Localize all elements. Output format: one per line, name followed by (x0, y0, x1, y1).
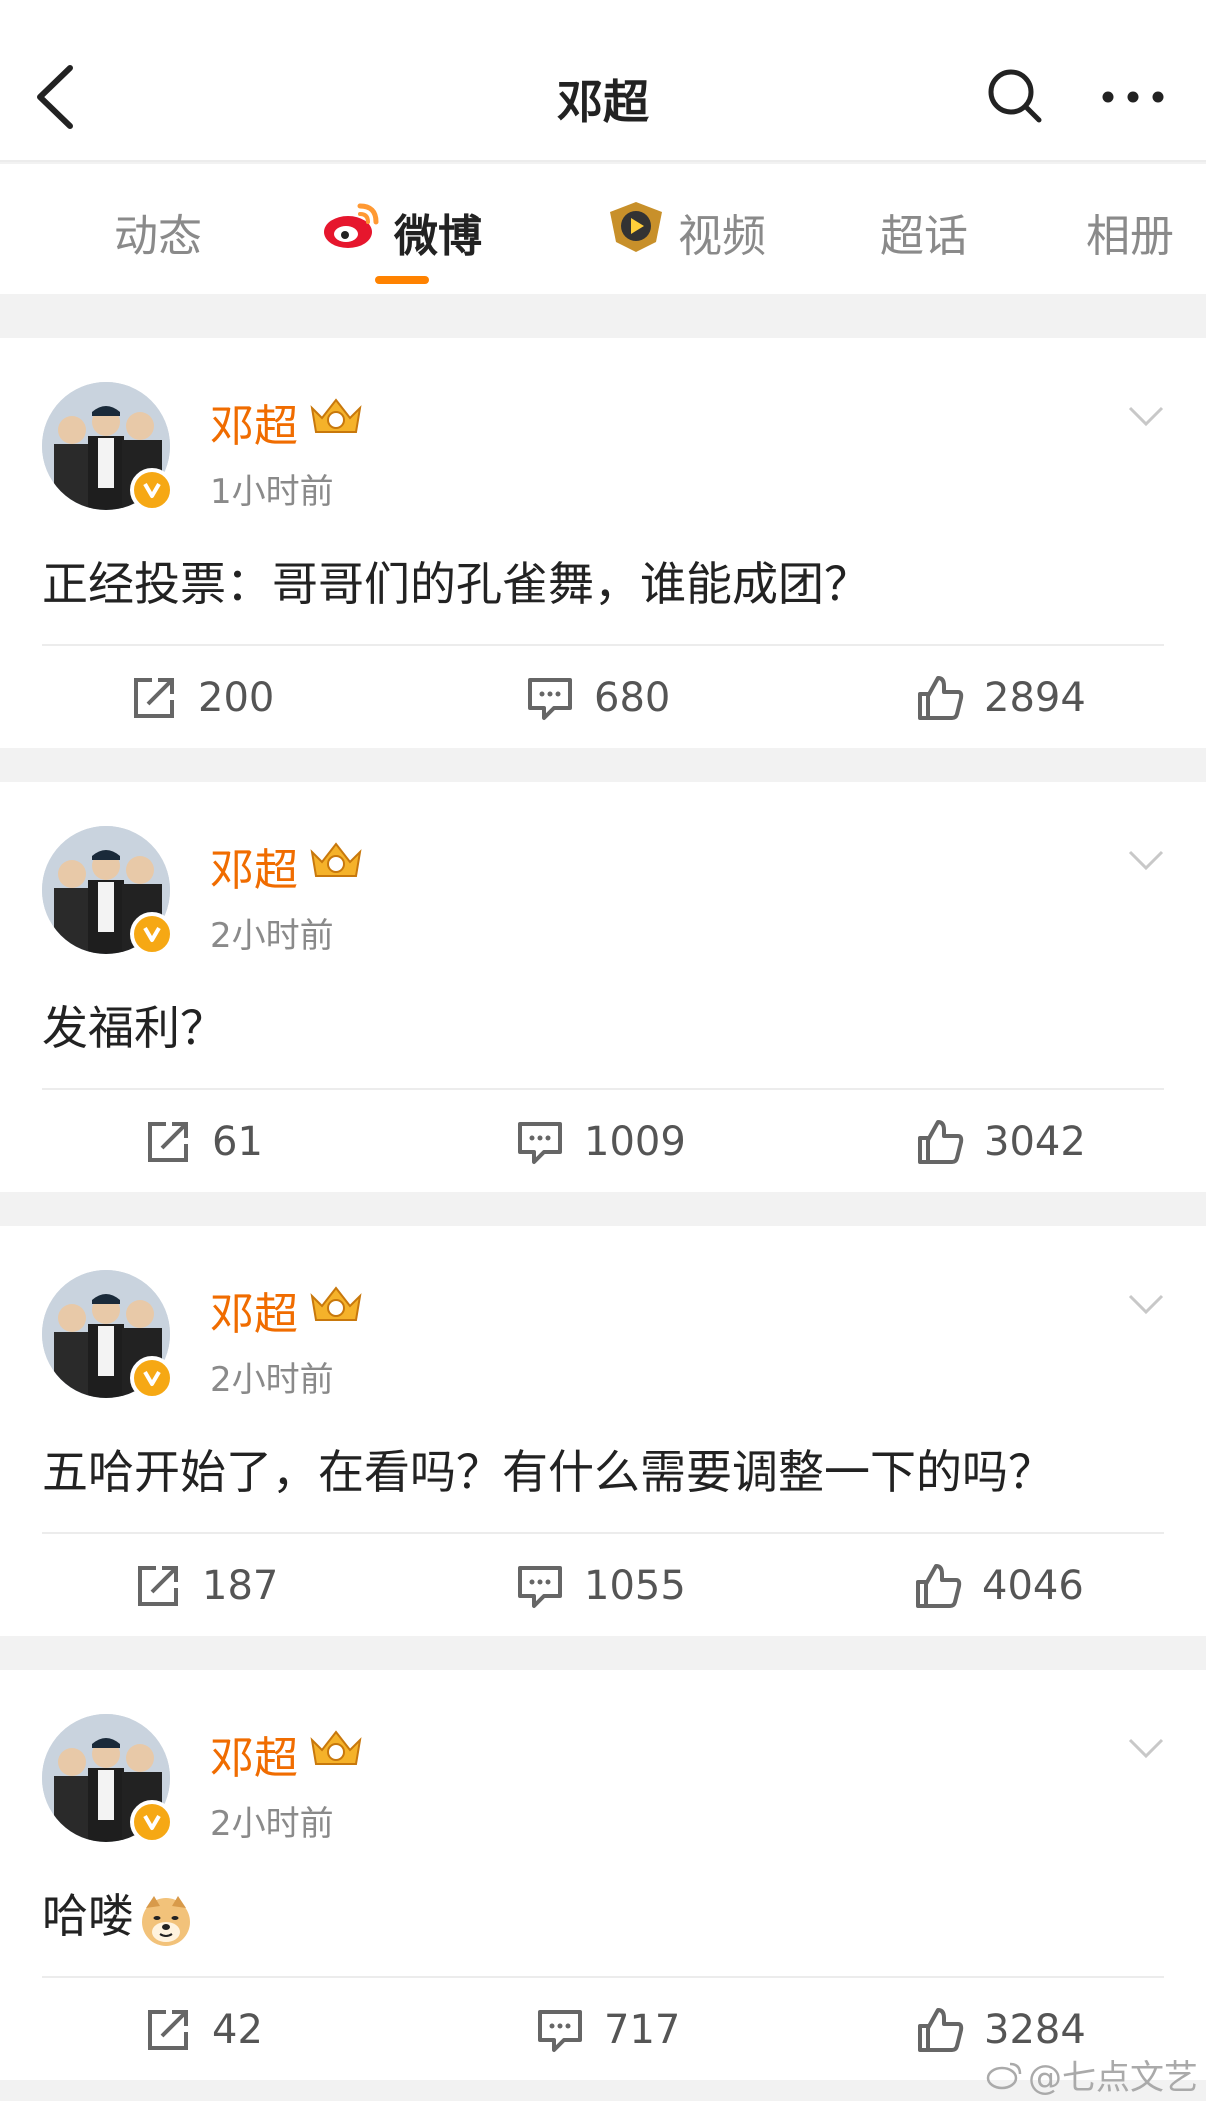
more-options-icon[interactable] (1098, 82, 1168, 112)
crown-level-icon (310, 398, 362, 433)
repost-button[interactable]: 187 (134, 1556, 278, 1616)
repost-icon (138, 1566, 178, 1606)
repost-button[interactable]: 61 (144, 1112, 263, 1172)
doge-emoji-icon (142, 1895, 190, 1946)
active-tab-indicator (375, 276, 429, 284)
post-time: 2小时前 (210, 1360, 334, 1400)
comment-icon (528, 678, 572, 720)
avatar[interactable] (42, 1270, 174, 1400)
tab-label: 动态 (114, 211, 202, 262)
tab-video[interactable]: 视频 (604, 200, 766, 280)
chevron-down-icon[interactable] (1126, 1292, 1166, 1316)
thumbs-up-icon (918, 2008, 964, 2052)
tab-super-topic[interactable]: 超话 (880, 200, 968, 280)
tab-album[interactable]: 相册 (1086, 200, 1174, 280)
post-text-wrapper: 哈喽 (42, 1880, 194, 1948)
post-card[interactable]: 邓超 2小时前 哈喽 42 717 3284 (0, 1670, 1206, 2080)
comment-button[interactable]: 717 (536, 2000, 680, 2060)
thumbs-up-icon (916, 1564, 962, 1608)
comment-icon (518, 1566, 562, 1608)
avatar[interactable] (42, 1714, 174, 1844)
comment-button[interactable]: 1009 (516, 1112, 686, 1172)
divider (42, 1532, 1164, 1534)
crown-level-icon (310, 1286, 362, 1321)
avatar[interactable] (42, 382, 174, 512)
post-text: 正经投票：哥哥们的孔雀舞，谁能成团？ (42, 557, 870, 611)
divider (42, 1088, 1164, 1090)
avatar[interactable] (42, 826, 174, 956)
weibo-watermark-icon (986, 2062, 1022, 2089)
like-count: 2894 (984, 675, 1086, 721)
tab-dynamic[interactable]: 动态 (114, 200, 202, 280)
like-button[interactable]: 2894 (916, 668, 1086, 728)
tab-label: 相册 (1086, 211, 1174, 262)
repost-icon (148, 1122, 188, 1162)
user-name[interactable]: 邓超 (210, 834, 298, 898)
tab-label: 超话 (880, 211, 968, 262)
user-name[interactable]: 邓超 (210, 1278, 298, 1342)
verified-badge-icon (130, 468, 174, 512)
thumbs-up-icon (918, 676, 964, 720)
repost-count: 187 (202, 1563, 279, 1609)
post-text: 发福利？ (42, 1001, 226, 1055)
verified-badge-icon (130, 1356, 174, 1400)
comment-icon (518, 1122, 562, 1164)
tab-label: 视频 (678, 211, 766, 262)
top-nav-bar: 邓超 (0, 0, 1206, 162)
like-button[interactable]: 4046 (914, 1556, 1084, 1616)
tab-label: 微博 (394, 211, 482, 262)
watermark-text: @七点文艺 (1028, 2058, 1198, 2098)
profile-tabs: 动态 微博 视频 超话 相册 (0, 164, 1206, 294)
like-count: 3042 (984, 1119, 1086, 1165)
comment-count: 717 (604, 2007, 681, 2053)
comment-button[interactable]: 1055 (516, 1556, 686, 1616)
repost-button[interactable]: 200 (130, 668, 274, 728)
like-button[interactable]: 3042 (916, 1112, 1086, 1172)
post-text: 五哈开始了，在看吗？有什么需要调整一下的吗？ (42, 1445, 1054, 1499)
video-play-icon (610, 202, 662, 252)
repost-button[interactable]: 42 (144, 2000, 263, 2060)
post-text: 哈喽 (42, 1889, 134, 1943)
search-icon[interactable] (985, 66, 1045, 126)
tab-weibo[interactable]: 微博 (320, 200, 482, 280)
post-card[interactable]: 邓超 2小时前 发福利？ 61 1009 3042 (0, 782, 1206, 1192)
user-name[interactable]: 邓超 (210, 390, 298, 454)
post-time: 2小时前 (210, 1804, 334, 1844)
chevron-down-icon[interactable] (1126, 404, 1166, 428)
comment-button[interactable]: 680 (526, 668, 670, 728)
repost-icon (148, 2010, 188, 2050)
repost-icon (134, 678, 174, 718)
post-time: 2小时前 (210, 916, 334, 956)
verified-badge-icon (130, 912, 174, 956)
comment-count: 1055 (584, 1563, 686, 1609)
like-count: 3284 (984, 2007, 1086, 2053)
crown-level-icon (310, 842, 362, 877)
user-name[interactable]: 邓超 (210, 1722, 298, 1786)
comment-count: 1009 (584, 1119, 686, 1165)
crown-level-icon (310, 1730, 362, 1765)
verified-badge-icon (130, 1800, 174, 1844)
repost-count: 42 (212, 2007, 263, 2053)
post-time: 1小时前 (210, 472, 334, 512)
repost-count: 200 (198, 675, 275, 721)
repost-count: 61 (212, 1119, 263, 1165)
post-card[interactable]: 邓超 1小时前 正经投票：哥哥们的孔雀舞，谁能成团？ 200 680 2894 (0, 338, 1206, 748)
divider (42, 644, 1164, 646)
comment-icon (538, 2010, 582, 2052)
weibo-logo-icon (324, 203, 379, 248)
comment-count: 680 (594, 675, 671, 721)
thumbs-up-icon (918, 1120, 964, 1164)
watermark: @七点文艺 (986, 2050, 1198, 2099)
chevron-down-icon[interactable] (1126, 848, 1166, 872)
divider (42, 1976, 1164, 1978)
like-count: 4046 (982, 1563, 1084, 1609)
post-card[interactable]: 邓超 2小时前 五哈开始了，在看吗？有什么需要调整一下的吗？ 187 1055 … (0, 1226, 1206, 1636)
chevron-down-icon[interactable] (1126, 1736, 1166, 1760)
